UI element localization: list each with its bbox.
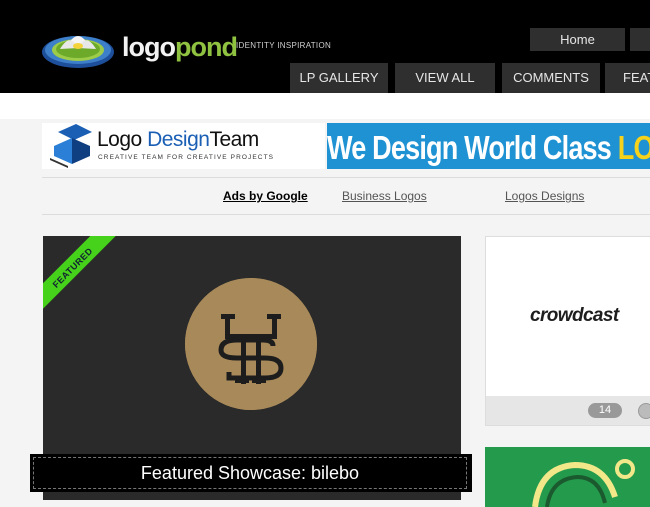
ad-title-team: Team bbox=[209, 128, 259, 151]
ad-headline: We Design World Class LOGO bbox=[327, 129, 650, 167]
lily-pad-icon bbox=[42, 36, 114, 68]
ad-subtitle: CREATIVE TEAM FOR CREATIVE PROJECTS bbox=[98, 154, 275, 161]
logo-card[interactable] bbox=[485, 447, 650, 507]
ad-title-logo: Logo bbox=[97, 128, 148, 151]
sub-bar bbox=[0, 93, 650, 119]
caption-text: Featured Showcase: bilebo bbox=[140, 463, 360, 483]
cube-logo-icon bbox=[50, 124, 92, 168]
caption-frame: Featured Showcase: bilebo bbox=[33, 457, 467, 489]
monogram-icon bbox=[185, 278, 317, 410]
nav-featured[interactable]: FEAT bbox=[605, 63, 650, 93]
featured-ribbon: FEATURED bbox=[43, 236, 118, 313]
header-button-cutoff[interactable] bbox=[630, 28, 650, 51]
logo-design-team-ad[interactable]: Logo DesignTeam CREATIVE TEAM FOR CREATI… bbox=[42, 123, 325, 169]
rating-circle-icon[interactable] bbox=[638, 403, 650, 419]
home-button[interactable]: Home bbox=[530, 28, 625, 51]
brand-right: pond bbox=[174, 32, 238, 62]
logo-card[interactable]: crowdcast 14 bbox=[485, 236, 650, 426]
brand-wordmark: logopond bbox=[122, 32, 238, 63]
ad-banner[interactable]: Logo DesignTeam CREATIVE TEAM FOR CREATI… bbox=[42, 123, 650, 169]
ad-headline-text: We Design World Class bbox=[327, 129, 618, 166]
ad-headline-accent: LOGO bbox=[617, 129, 650, 166]
divider bbox=[42, 177, 650, 178]
nav-view-all[interactable]: VIEW ALL bbox=[395, 63, 495, 93]
ads-by-google-link[interactable]: Ads by Google bbox=[223, 189, 308, 203]
card-footer: 14 bbox=[486, 396, 650, 425]
site-header: logopond IDENTITY INSPIRATION Home LP GA… bbox=[0, 0, 650, 93]
ad-title: Logo DesignTeam bbox=[97, 128, 259, 152]
we-design-ad[interactable]: We Design World Class LOGO bbox=[327, 123, 650, 169]
brand-left: logo bbox=[122, 32, 176, 62]
jester-logo-icon bbox=[532, 459, 635, 507]
comment-count-badge[interactable]: 14 bbox=[588, 403, 622, 418]
divider bbox=[42, 214, 650, 215]
ad-link-business-logos[interactable]: Business Logos bbox=[342, 189, 427, 203]
featured-ribbon-label: FEATURED bbox=[50, 245, 95, 290]
featured-caption[interactable]: Featured Showcase: bilebo bbox=[30, 454, 472, 492]
nav-lp-gallery[interactable]: LP GALLERY bbox=[290, 63, 388, 93]
nav-comments[interactable]: COMMENTS bbox=[502, 63, 600, 93]
featured-emblem bbox=[185, 278, 317, 410]
card-logo-text: crowdcast bbox=[530, 305, 619, 326]
ad-title-design: Design bbox=[147, 128, 210, 151]
ad-link-logos-designs[interactable]: Logos Designs bbox=[505, 189, 584, 203]
tagline: IDENTITY INSPIRATION bbox=[236, 41, 332, 50]
